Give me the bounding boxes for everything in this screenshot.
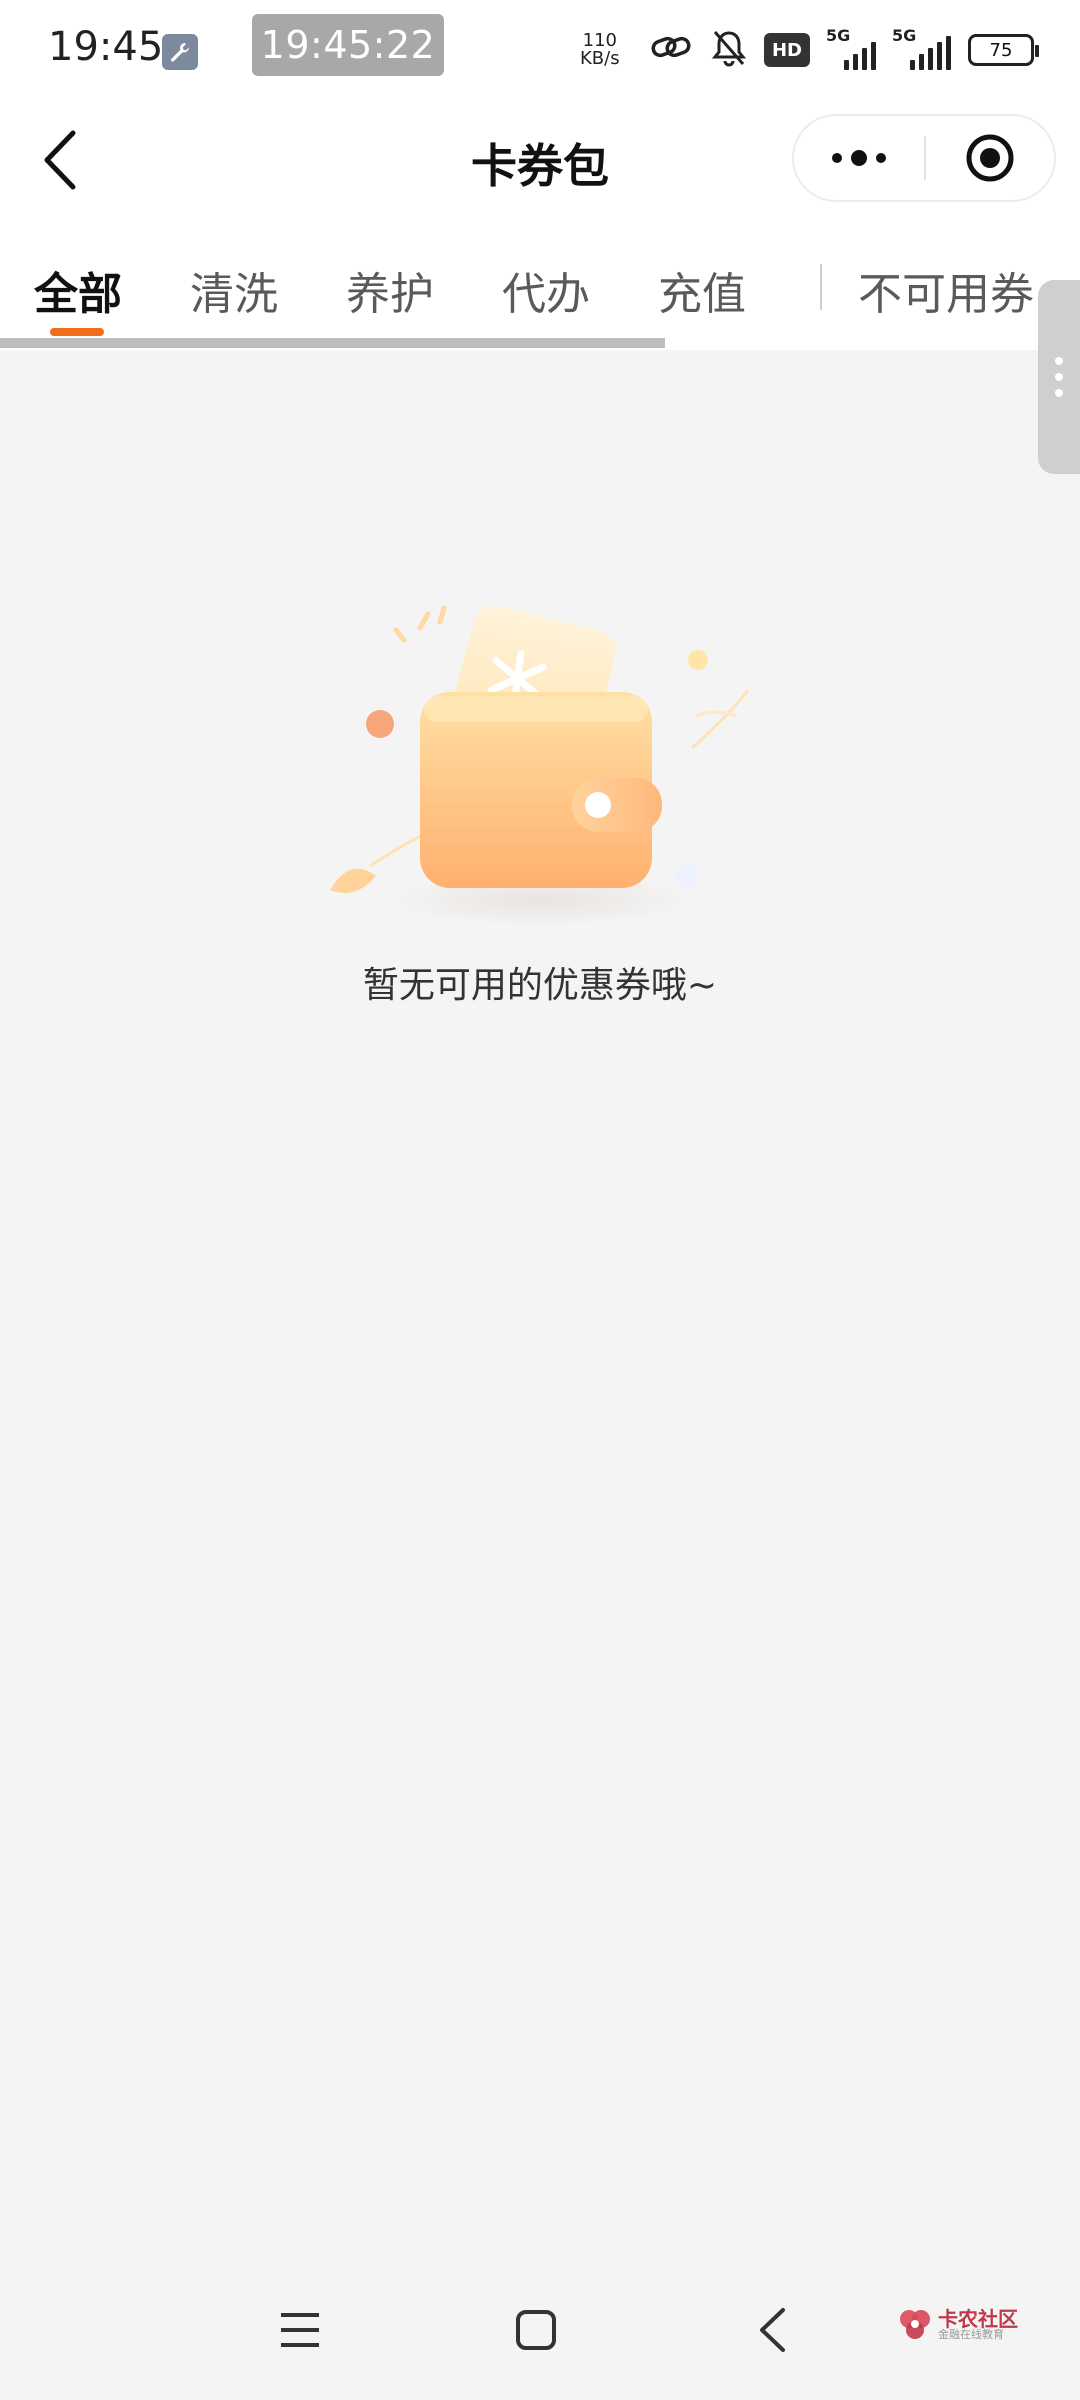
- tab-recharge[interactable]: 充值: [658, 258, 746, 322]
- active-tab-indicator: [50, 328, 104, 336]
- link-icon: [650, 30, 694, 70]
- menu-button[interactable]: [268, 2298, 332, 2362]
- more-button[interactable]: [794, 116, 924, 200]
- empty-state-message: 暂无可用的优惠券哦~: [362, 965, 718, 1006]
- category-tabs: 全部 清洗 养护 代办 充值 不可用券: [0, 220, 1080, 350]
- watermark-logo: 卡农社区 金融在线教育: [898, 2308, 1018, 2342]
- battery-level: 75: [989, 39, 1013, 61]
- mini-program-capsule: [792, 114, 1056, 202]
- bell-muted-icon: [710, 28, 748, 72]
- close-mini-program-button[interactable]: [926, 116, 1054, 200]
- menu-icon: [281, 2313, 319, 2347]
- tab-maintenance[interactable]: 养护: [346, 258, 434, 322]
- tab-unavailable[interactable]: 不可用券: [858, 258, 1034, 322]
- status-icons: HD 5G 5G 75: [650, 26, 1039, 72]
- status-bar: 19:45 19:45:22 110 KB/s HD 5G 5G 75: [0, 0, 1080, 100]
- handle-dot: [1055, 357, 1063, 365]
- handle-dot: [1055, 373, 1063, 381]
- signal-icon: 5G: [826, 26, 876, 70]
- tab-divider: [820, 264, 822, 310]
- tab-all[interactable]: 全部: [34, 258, 122, 322]
- network-speed-unit: KB/s: [580, 48, 620, 69]
- network-speed: 110 KB/s: [580, 32, 620, 68]
- system-nav-bar: 卡农社区 金融在线教育: [0, 2260, 1080, 2400]
- app-header: 卡券包: [0, 100, 1080, 220]
- handle-dot: [1055, 389, 1063, 397]
- kanong-logo-icon: [898, 2308, 932, 2342]
- system-back-button[interactable]: [740, 2298, 804, 2362]
- screen-record-clock: 19:45:22: [252, 14, 444, 76]
- signal-icon: 5G: [892, 26, 952, 70]
- wallet-coupon-illustration: [300, 600, 780, 940]
- watermark-title: 卡农社区: [938, 2307, 1018, 2331]
- home-square-icon: [516, 2310, 556, 2350]
- hd-icon: HD: [764, 33, 810, 67]
- more-dots-icon: [832, 150, 886, 166]
- tab-scrollbar[interactable]: [0, 338, 665, 348]
- back-icon: [760, 2308, 785, 2352]
- target-icon: [966, 134, 1014, 182]
- tab-agency[interactable]: 代办: [502, 258, 590, 322]
- signal-label: 5G: [892, 26, 917, 45]
- battery-icon: 75: [968, 34, 1039, 66]
- status-time: 19:45: [48, 24, 164, 70]
- tab-washing[interactable]: 清洗: [190, 258, 278, 322]
- signal-label: 5G: [826, 26, 851, 45]
- side-drawer-handle[interactable]: [1038, 280, 1080, 474]
- home-button[interactable]: [504, 2298, 568, 2362]
- wrench-icon: [162, 34, 198, 70]
